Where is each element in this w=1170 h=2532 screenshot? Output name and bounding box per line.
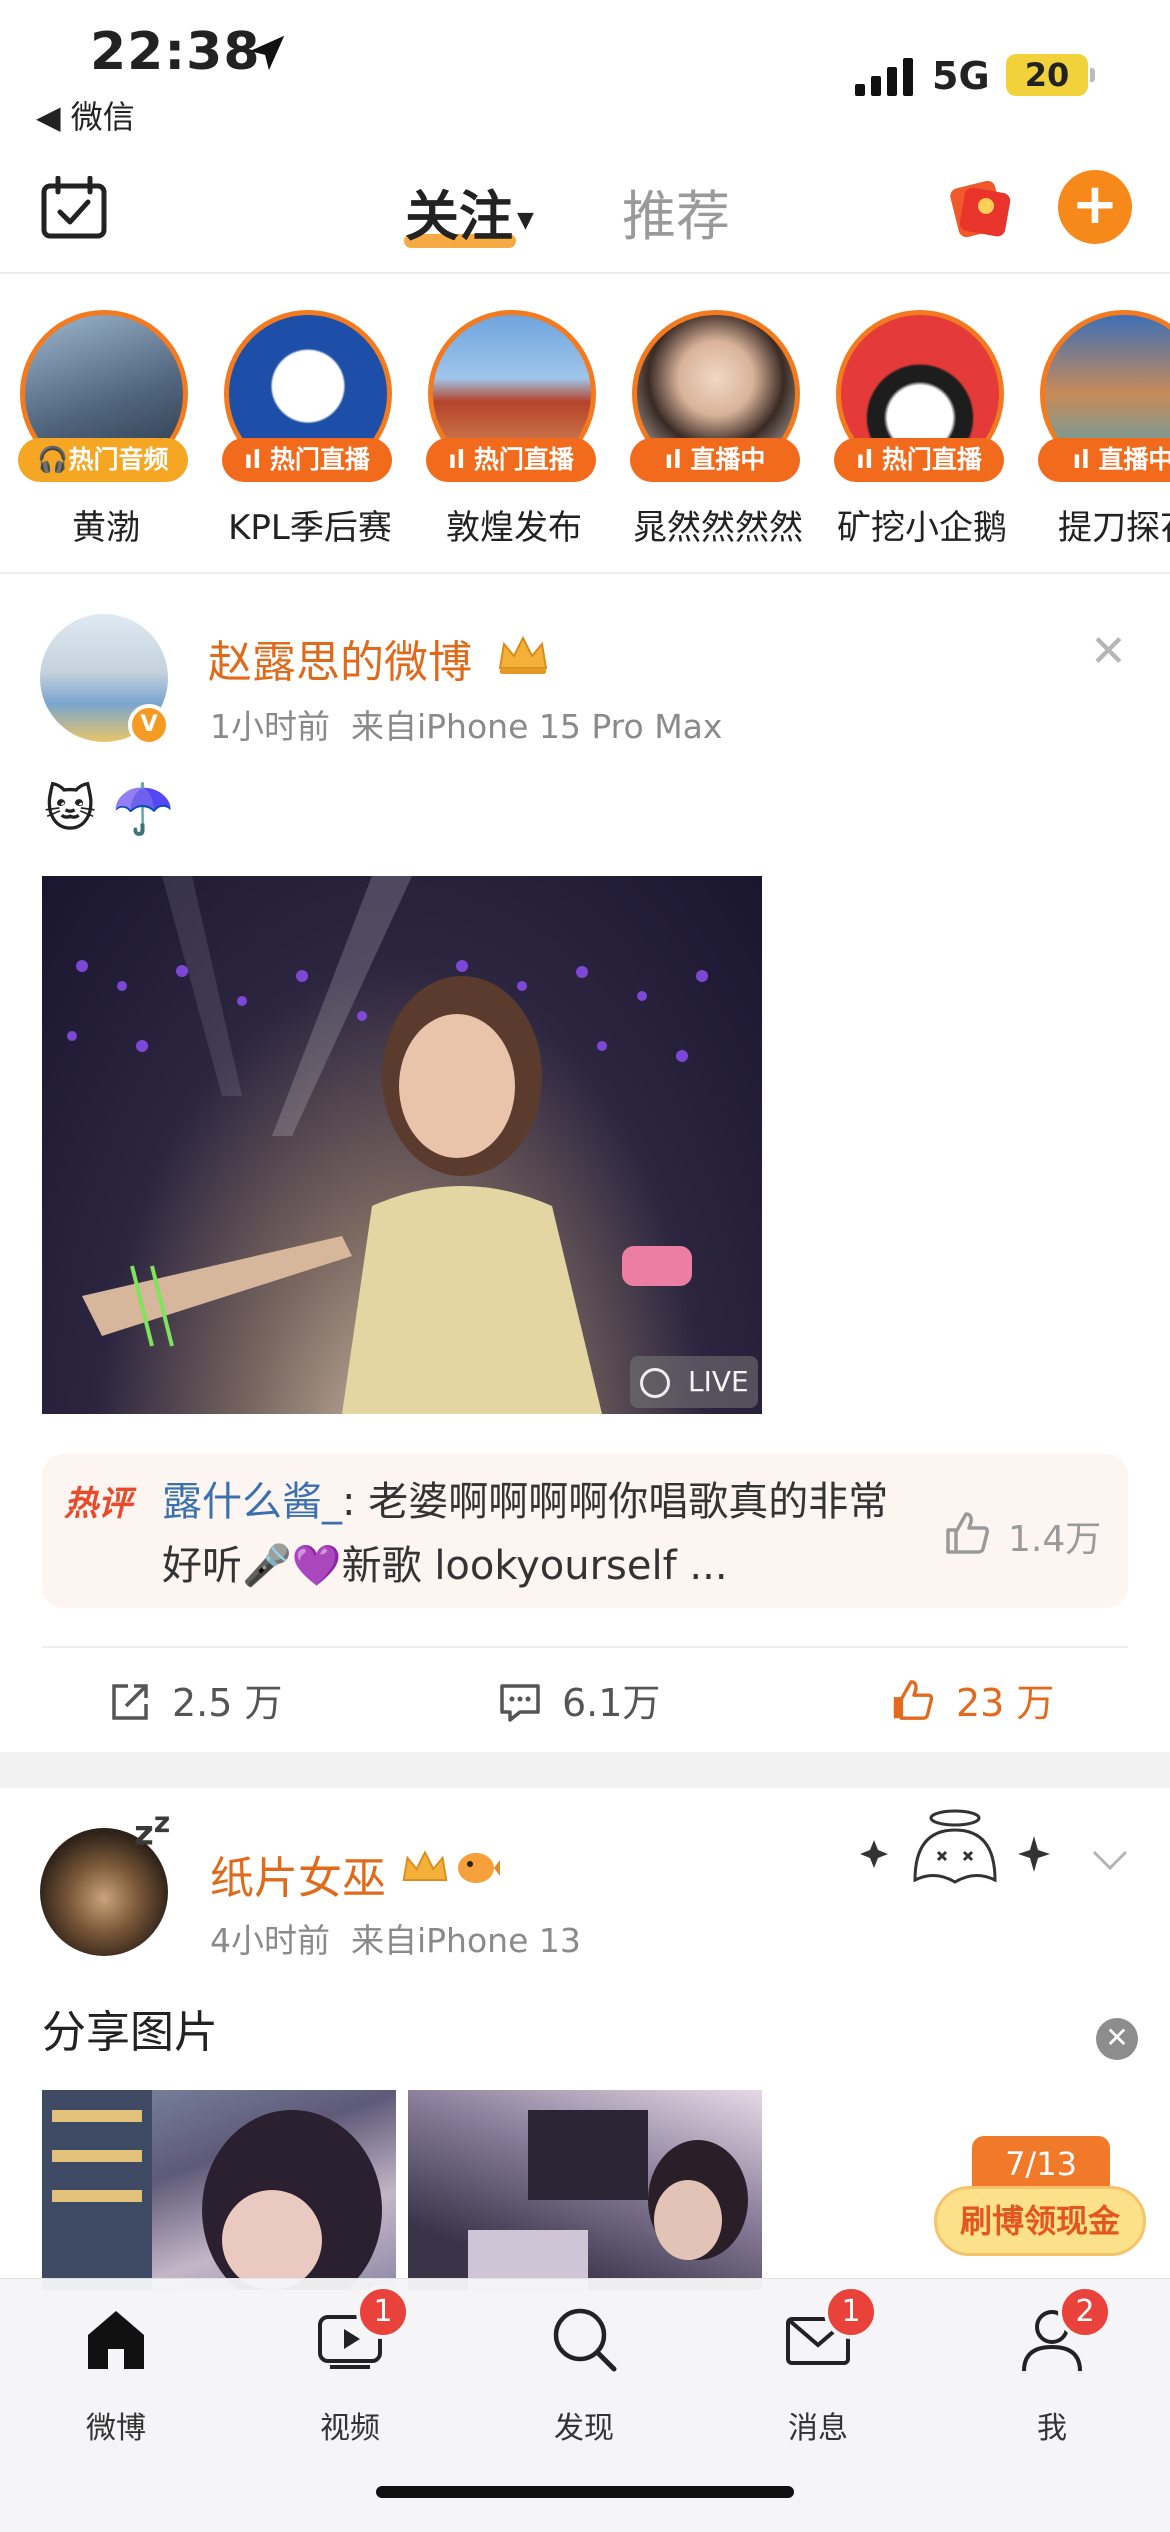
story-name: 矿挖小企鹅 <box>837 508 1007 548</box>
thumbs-up-icon[interactable] <box>942 1508 992 1558</box>
network-type: 5G <box>932 54 990 98</box>
crown-icon <box>498 635 548 674</box>
post-source: 来自iPhone 13 <box>350 1921 581 1960</box>
post-meta: 4小时前 来自iPhone 13 <box>210 1914 581 1962</box>
live-stories-strip: 🎧热门音频 黄渤 ıl 热门直播 KPL季后赛 ıl 热门直播 敦煌发布 ıl … <box>0 298 1170 564</box>
story-item[interactable]: ıl 热门直播 矿挖小企鹅 <box>820 298 1024 564</box>
story-badge: ıl 热门直播 <box>426 438 596 482</box>
tab-follow-label: 关注 <box>405 185 513 248</box>
repost-count: 2.5 万 <box>172 1681 283 1725</box>
post-author[interactable]: 纸片女巫 <box>210 1842 386 1906</box>
story-item[interactable]: ıl 直播中 晁然然然然 <box>616 298 820 564</box>
post-separator <box>0 1752 1170 1788</box>
tab-label: 视频 <box>320 2411 380 2446</box>
story-name: KPL季后赛 <box>228 508 392 548</box>
tab-me[interactable]: 2 我 <box>972 2285 1132 2446</box>
post-time: 4小时前 <box>210 1921 330 1960</box>
live-photo-icon <box>640 1368 670 1398</box>
compose-plus-button[interactable]: + <box>1058 170 1132 244</box>
repost-icon <box>112 1684 148 1720</box>
search-icon <box>553 2308 617 2372</box>
notification-badge: 1 <box>356 2285 410 2339</box>
home-icon <box>88 2311 144 2369</box>
home-indicator <box>376 2486 794 2498</box>
top-navigation: 关注 ▼ 推荐 + <box>0 150 1170 274</box>
story-badge: 🎧热门音频 <box>18 438 188 482</box>
tab-follow[interactable]: 关注 ▼ <box>405 172 534 251</box>
post-source: 来自iPhone 15 Pro Max <box>350 707 723 746</box>
photo-illustration <box>468 2110 748 2290</box>
story-name: 黄渤 <box>72 508 140 548</box>
story-badge: ıl 直播中 <box>630 438 800 482</box>
story-item[interactable]: ıl 直播中 提刀探花 <box>1024 298 1170 564</box>
tab-label: 微博 <box>86 2411 146 2446</box>
tab-messages[interactable]: 1 消息 <box>738 2285 898 2446</box>
post-author-label: 纸片女巫 <box>210 1853 386 1904</box>
clock: 22:38 <box>90 22 261 82</box>
post-photo[interactable] <box>408 2090 762 2290</box>
tab-discover[interactable]: 发现 <box>504 2305 664 2446</box>
story-badge: ıl 直播中 <box>1038 438 1170 482</box>
post-time: 1小时前 <box>210 707 330 746</box>
tab-label: 发现 <box>554 2411 614 2446</box>
dismiss-icon[interactable]: ✕ <box>1096 2018 1138 2060</box>
verified-badge-icon: V <box>128 704 170 746</box>
concert-photo-illustration <box>67 876 708 1414</box>
thumbs-up-icon <box>893 1680 934 1720</box>
tab-recommend[interactable]: 推荐 <box>622 172 730 251</box>
post-author[interactable]: 赵露思的微博 <box>208 626 472 690</box>
caret-down-icon: ▼ <box>517 207 534 233</box>
battery-level: 20 <box>1024 56 1070 94</box>
ghost-sticker-icon <box>860 1809 1050 1884</box>
story-item[interactable]: 🎧热门音频 黄渤 <box>4 298 208 564</box>
post-text: 分享图片 <box>42 2007 218 2058</box>
tab-label: 消息 <box>788 2411 848 2446</box>
battery-cap <box>1090 68 1095 82</box>
close-icon[interactable]: ✕ <box>1090 626 1127 677</box>
crown-icon <box>402 1850 448 1881</box>
photo-illustration <box>42 2090 382 2290</box>
story-name: 敦煌发布 <box>446 508 582 548</box>
divider <box>42 1646 1128 1648</box>
tab-label: 我 <box>1037 2411 1067 2446</box>
back-to-app-link[interactable]: ◀ 微信 <box>36 92 135 138</box>
divider <box>0 572 1170 574</box>
story-item[interactable]: ıl 热门直播 KPL季后赛 <box>208 298 412 564</box>
story-item[interactable]: ıl 热门直播 敦煌发布 <box>412 298 616 564</box>
comment-count: 6.1万 <box>562 1681 661 1725</box>
comment-icon <box>500 1684 540 1722</box>
calendar-check-icon[interactable] <box>40 176 108 240</box>
chevron-down-icon[interactable] <box>1090 1846 1130 1874</box>
notification-badge: 1 <box>824 2285 878 2339</box>
pufferfish-icon <box>458 1853 500 1883</box>
hot-comment-card[interactable]: 热评 露什么酱_: 老婆啊啊啊啊你唱歌真的非常好听🎤💜新歌 lookyourse… <box>42 1454 1128 1608</box>
tab-video[interactable]: 1 视频 <box>270 2285 430 2446</box>
battery-icon: 20 <box>1006 54 1088 96</box>
location-arrow-icon <box>249 35 285 71</box>
comment-button[interactable]: 6.1万 <box>498 1672 660 1727</box>
post-photo[interactable] <box>42 2090 396 2290</box>
hot-comment-likes: 1.4万 <box>1008 1519 1102 1560</box>
tab-weibo[interactable]: 微博 <box>36 2305 196 2446</box>
notification-badge: 2 <box>1058 2285 1112 2339</box>
reward-progress: 7/13 <box>972 2136 1110 2192</box>
story-name: 提刀探花 <box>1058 508 1170 548</box>
post-meta: 1小时前 来自iPhone 15 Pro Max <box>210 700 722 748</box>
sleep-zzz-icon: zz <box>134 1806 171 1854</box>
red-packet-icon[interactable] <box>944 170 1016 242</box>
story-badge: ıl 热门直播 <box>222 438 392 482</box>
post-text: 🐱 ☂️ <box>44 780 175 838</box>
like-count: 23 万 <box>956 1681 1055 1725</box>
post-photo[interactable] <box>42 876 762 1414</box>
signal-icon <box>855 58 913 96</box>
story-name: 晁然然然然 <box>633 508 803 548</box>
hot-comment-user[interactable]: 露什么酱_ <box>162 1479 342 1525</box>
hot-comment-tag: 热评 <box>64 1484 132 1524</box>
repost-button[interactable]: 2.5 万 <box>108 1672 283 1727</box>
like-button[interactable]: 23 万 <box>888 1672 1054 1727</box>
status-bar: 22:38 ◀ 微信 5G 20 <box>0 0 1170 140</box>
reward-cash-button[interactable]: 刷博领现金 <box>934 2186 1146 2256</box>
story-badge: ıl 热门直播 <box>834 438 1004 482</box>
hot-comment-text: 露什么酱_: 老婆啊啊啊啊你唱歌真的非常好听🎤💜新歌 lookyourself … <box>162 1470 922 1598</box>
